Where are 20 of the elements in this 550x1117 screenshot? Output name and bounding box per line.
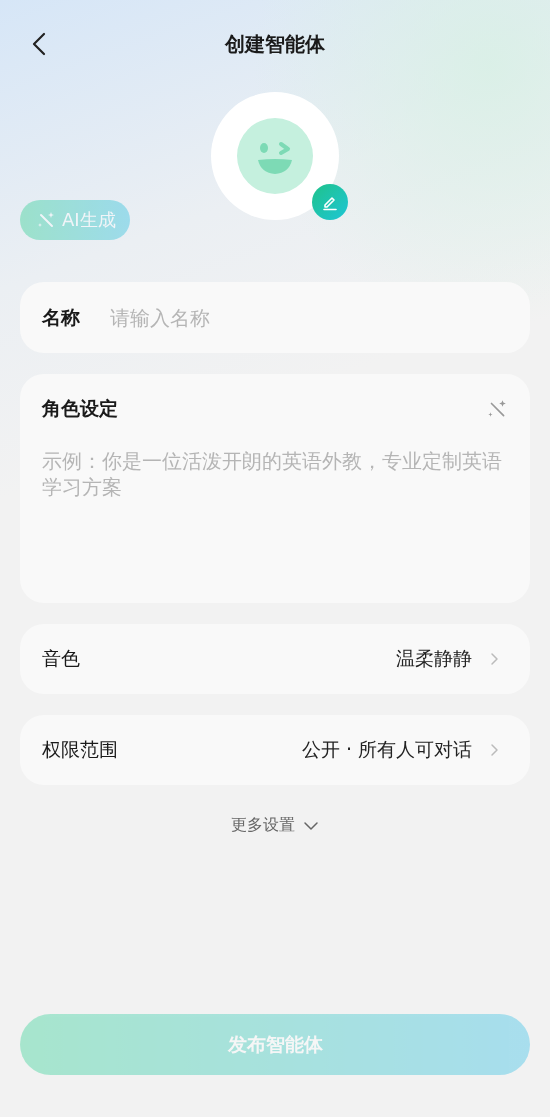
row-label: 音色 xyxy=(42,646,81,671)
edit-avatar-icon[interactable] xyxy=(312,184,348,220)
page-title: 创建智能体 xyxy=(225,30,325,58)
role-text-area[interactable]: 示例：你是一位活泼开朗的英语外教，专业定制英语学习方案 xyxy=(42,448,508,587)
settings-row[interactable]: 音色 温柔静静 xyxy=(20,624,530,694)
field-label: 名称 xyxy=(42,304,80,330)
field-label: 角色设定 xyxy=(42,396,118,421)
name-input[interactable]: 请输入名称 xyxy=(110,305,508,330)
name-field[interactable]: 名称 请输入名称 xyxy=(20,282,530,353)
chevron-right-icon xyxy=(490,651,500,667)
settings-row[interactable]: 权限范围 公开 · 所有人可对话 xyxy=(20,715,530,785)
row-value: 公开 · 所有人可对话 xyxy=(301,737,472,762)
back-icon[interactable] xyxy=(32,32,46,56)
row-value: 温柔静静 xyxy=(396,646,472,671)
role-card[interactable]: 角色设定 示例：你是一位活泼开朗的英语外教，专业定制英语学习方案 xyxy=(20,374,530,603)
smiley-face-icon xyxy=(237,118,313,194)
more-settings-button[interactable]: 更多设置 xyxy=(231,815,319,836)
row-label: 权限范围 xyxy=(42,737,119,762)
chevron-right-icon xyxy=(490,742,500,758)
magic-wand-icon xyxy=(36,210,56,230)
